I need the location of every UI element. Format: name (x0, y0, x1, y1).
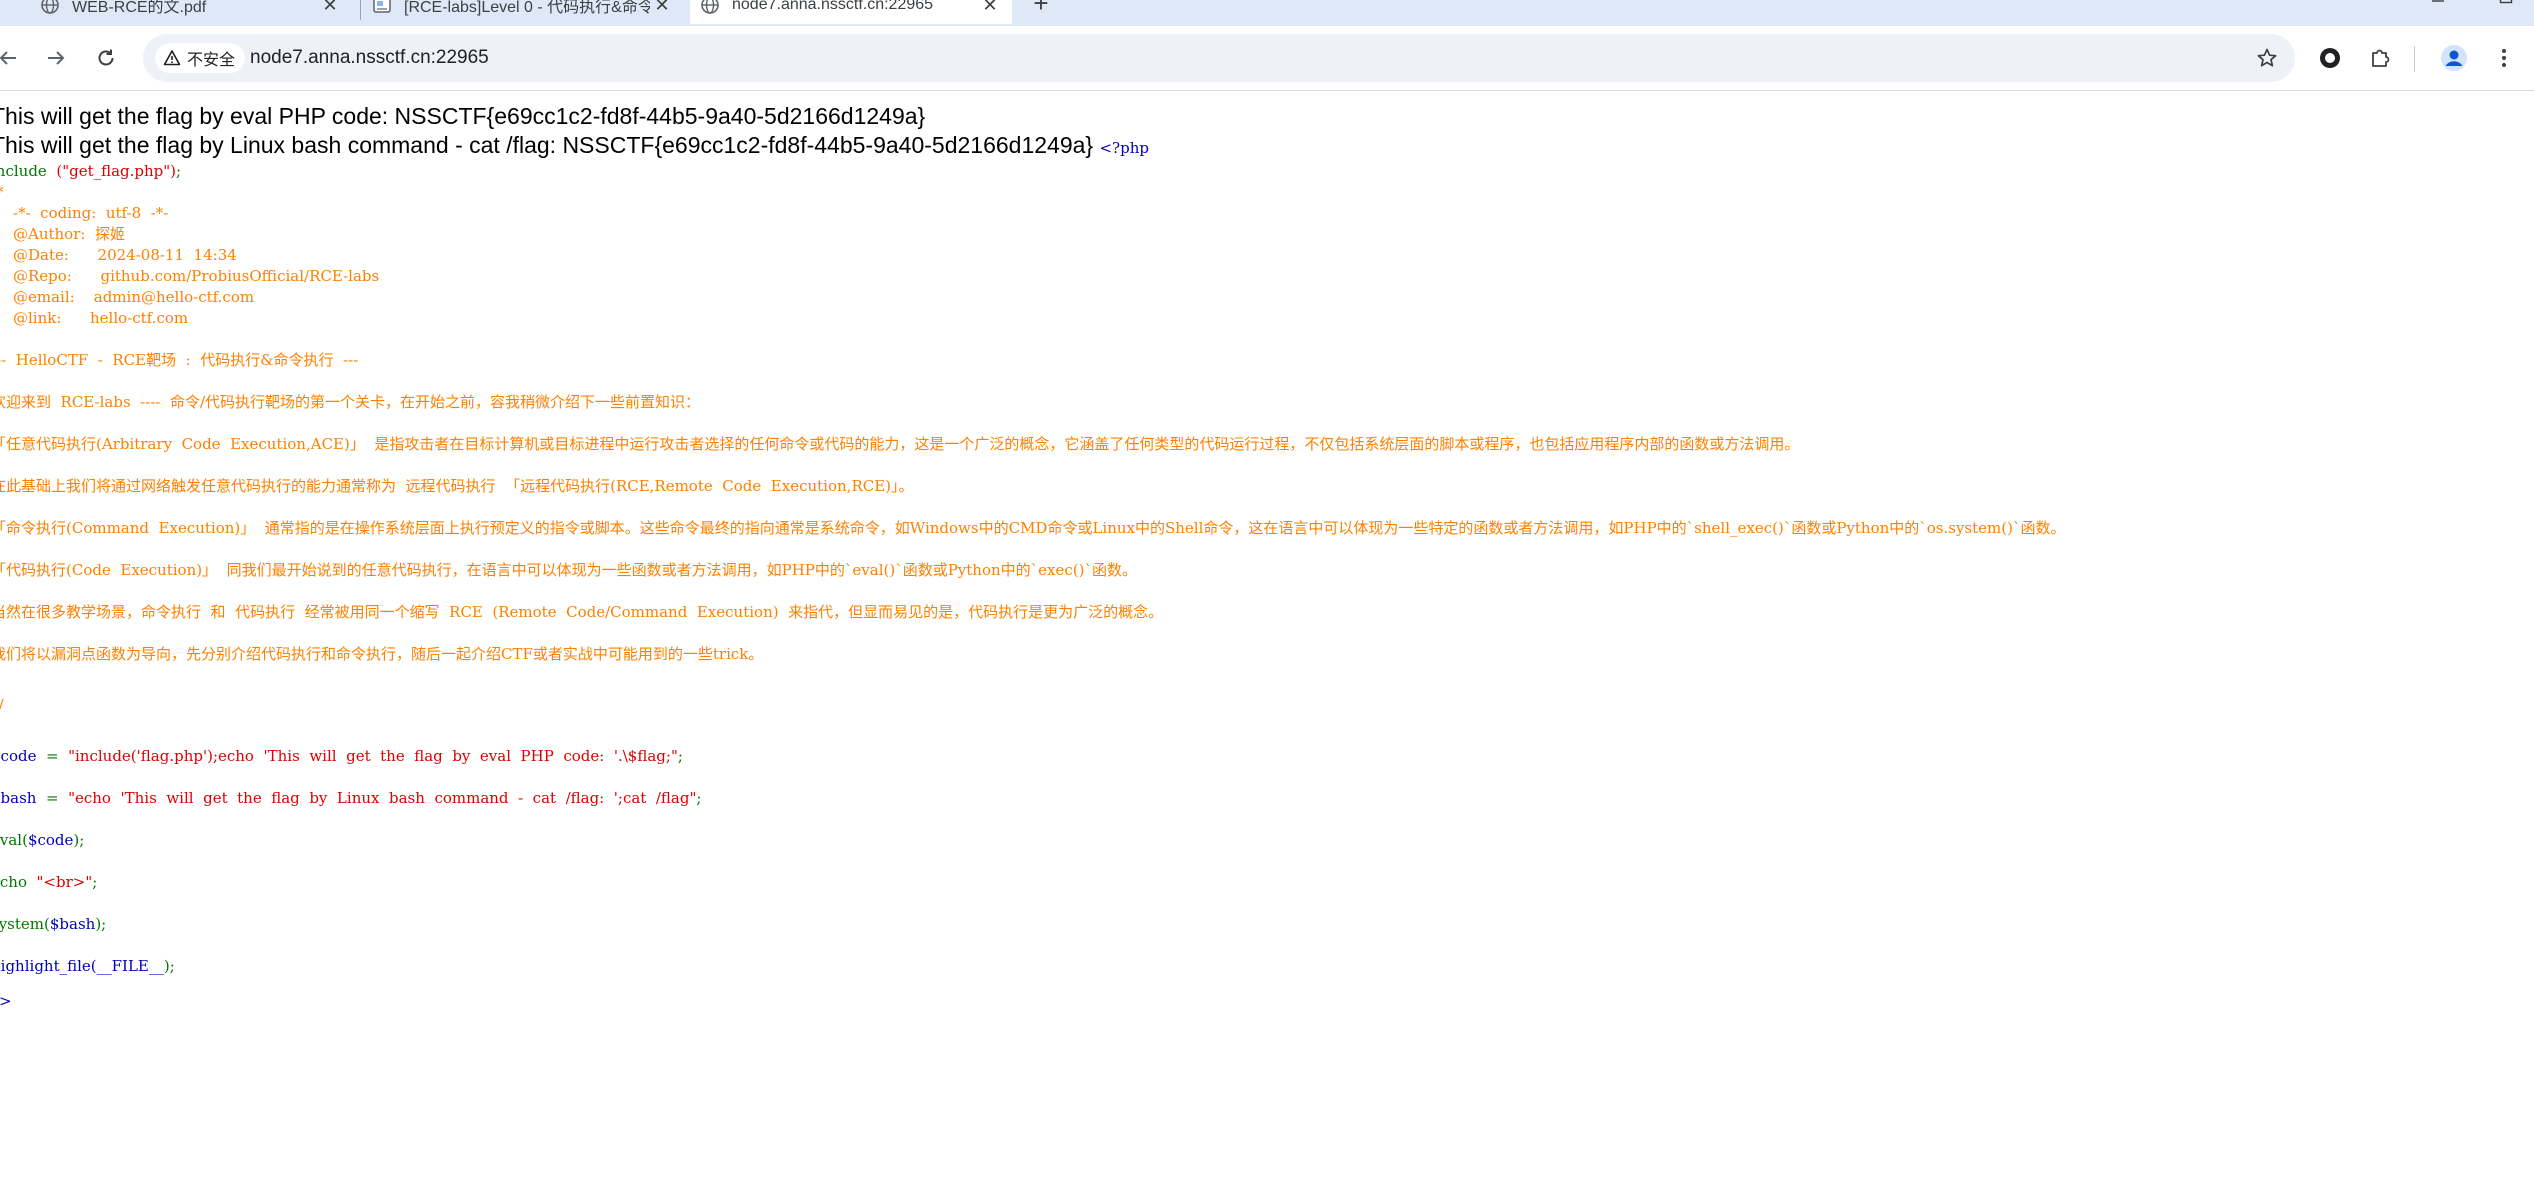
puzzle-icon (2372, 49, 2390, 67)
close-icon[interactable]: ✕ (318, 0, 342, 17)
forward-button[interactable] (38, 40, 74, 76)
tab-node7[interactable]: node7.anna.nssctf.cn:22965 ✕ (690, 0, 1012, 24)
source-comment-open: /* (0, 182, 4, 203)
source-echo-line: echo "<br>"; (0, 873, 98, 891)
tab-strip: WEB-RCE的文.pdf ✕ [RCE-labs]Level 0 - 代码执行… (0, 0, 2534, 26)
security-label: 不安全 (187, 52, 236, 69)
avatar-icon (2441, 45, 2467, 71)
star-icon (2257, 48, 2277, 67)
php-open-tag: <?php (1099, 139, 1149, 157)
source-code-line: $code = "include('flag.php');echo 'This … (0, 747, 683, 765)
menu-button[interactable] (2486, 40, 2522, 76)
source-comment-author: @Author: 探姬 (13, 225, 125, 243)
page-icon (372, 0, 392, 15)
tab-pdf[interactable]: WEB-RCE的文.pdf ✕ (30, 0, 352, 24)
bookmark-star-button[interactable] (2251, 42, 2283, 74)
source-comment-p1: 欢迎来到 RCE-labs ---- 命令/代码执行靶场的第一个关卡，在开始之前… (0, 393, 701, 411)
source-comment-date: @Date: 2024-08-11 14:34 (13, 246, 237, 264)
extension-circle-button[interactable] (2312, 40, 2348, 76)
tab-title: [RCE-labs]Level 0 - 代码执行&命令执行 (404, 0, 650, 16)
circle-icon (2320, 48, 2340, 68)
bash-output-text: This will get the flag by Linux bash com… (0, 132, 1094, 158)
source-comment-p5: 「代码执行(Code Execution)」 同我们最开始说到的任意代码执行，在… (0, 561, 1137, 579)
warning-icon (163, 49, 181, 67)
source-highlight-line: highlight_file(__FILE__); (0, 957, 175, 975)
arrow-right-icon (48, 51, 65, 65)
source-bash-line: $bash = "echo 'This will get the flag by… (0, 789, 702, 807)
profile-button[interactable] (2436, 40, 2472, 76)
more-vert-icon (2502, 49, 2506, 67)
maximize-button[interactable] (2486, 0, 2526, 16)
globe-icon (40, 0, 60, 15)
source-comment-coding: -*- coding: utf-8 -*- (13, 204, 169, 222)
tab-rce-labs[interactable]: [RCE-labs]Level 0 - 代码执行&命令执行 ✕ (362, 0, 684, 24)
minimize-button[interactable] (2418, 0, 2458, 16)
source-close-tag: ?> (0, 992, 12, 1010)
source-system-line: system($bash); (0, 915, 107, 933)
source-comment-link: @link: hello-ctf.com (13, 309, 189, 327)
globe-icon (700, 0, 720, 15)
source-comment-p4: 「命令执行(Command Execution)」 通常指的是在操作系统层面上执… (0, 519, 2066, 537)
reload-button[interactable] (88, 40, 124, 76)
source-comment-title: --- HelloCTF - RCE靶场 : 代码执行&命令执行 --- (0, 351, 359, 369)
arrow-left-icon (0, 51, 16, 65)
security-chip[interactable]: 不安全 (155, 43, 246, 73)
source-eval-line: eval($code); (0, 831, 85, 849)
url-text[interactable]: node7.anna.nssctf.cn:22965 (250, 34, 489, 82)
eval-output-line: This will get the flag by eval PHP code:… (0, 103, 926, 129)
close-icon[interactable]: ✕ (650, 0, 674, 17)
close-icon[interactable]: ✕ (978, 0, 1002, 17)
new-tab-button[interactable]: + (1026, 0, 1056, 18)
browser-toolbar: 不安全 node7.anna.nssctf.cn:22965 (0, 26, 2534, 91)
tab-title: WEB-RCE的文.pdf (72, 0, 207, 16)
source-include-line: include ("get_flag.php"); (0, 162, 182, 180)
source-comment-p7: 我们将以漏洞点函数为导向，先分别介绍代码执行和命令执行，随后一起介绍CTF或者实… (0, 645, 764, 663)
address-bar[interactable]: 不安全 node7.anna.nssctf.cn:22965 (143, 34, 2295, 82)
source-comment-email: @email: admin@hello-ctf.com (13, 288, 255, 306)
tab-title: node7.anna.nssctf.cn:22965 (732, 0, 934, 13)
source-comment-repo: @Repo: github.com/ProbiusOfficial/RCE-la… (13, 267, 380, 285)
tab-separator (360, 0, 361, 20)
back-button[interactable] (0, 40, 26, 76)
reload-icon (98, 49, 114, 66)
source-comment-p3: 在此基础上我们将通过网络触发任意代码执行的能力通常称为 远程代码执行 「远程代码… (0, 477, 914, 495)
browser-window: WEB-RCE的文.pdf ✕ [RCE-labs]Level 0 - 代码执行… (0, 0, 2534, 1188)
toolbar-divider (2414, 46, 2415, 72)
extensions-button[interactable] (2362, 40, 2398, 76)
source-comment-p2: 「任意代码执行(Arbitrary Code Execution,ACE)」 是… (0, 435, 1800, 453)
source-comment-p6: 当然在很多教学场景，命令执行 和 代码执行 经常被用同一个缩写 RCE (Rem… (0, 603, 1164, 621)
source-comment-close: */ (0, 695, 4, 716)
page-content: This will get the flag by eval PHP code:… (0, 91, 2534, 1188)
bash-output-line: This will get the flag by Linux bash com… (0, 132, 1149, 159)
